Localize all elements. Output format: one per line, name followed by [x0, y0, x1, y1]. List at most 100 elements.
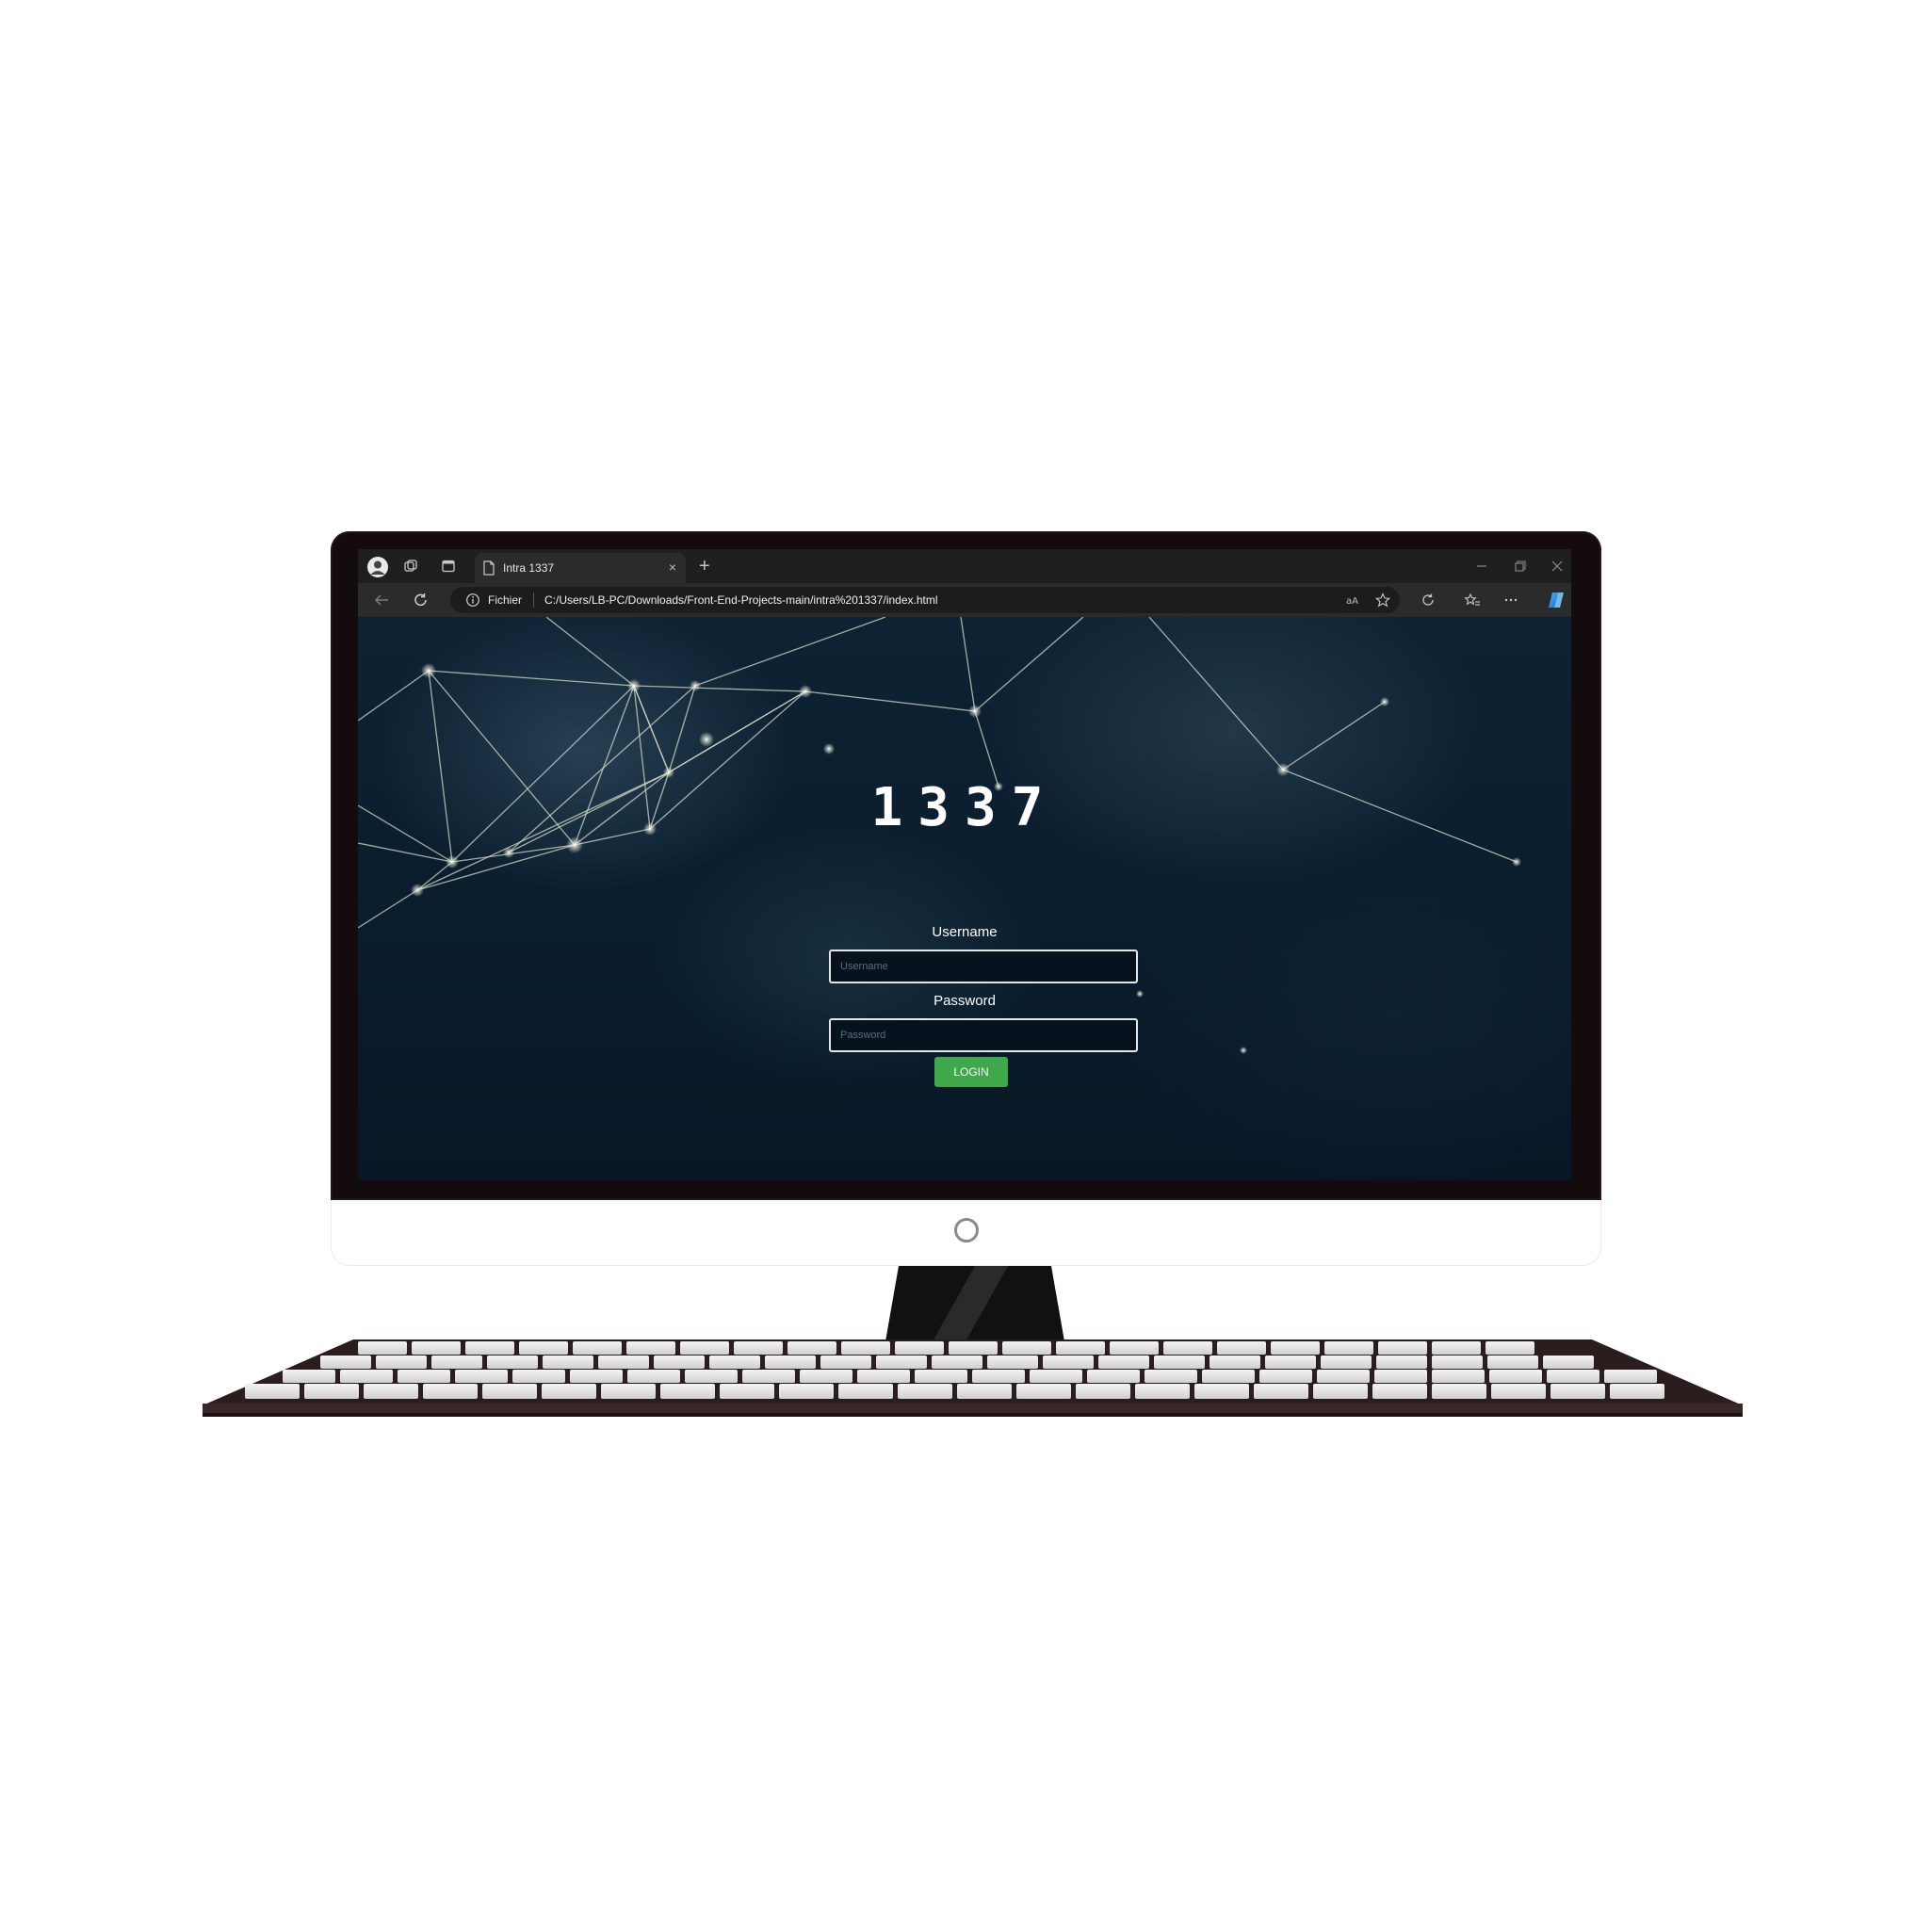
page-icon [482, 560, 495, 579]
tab-actions-icon[interactable] [441, 559, 456, 577]
keyboard-key [709, 1356, 760, 1369]
tab-intra-1337[interactable]: Intra 1337 × [475, 553, 686, 583]
profile-icon[interactable] [367, 557, 388, 577]
browser-tab-bar: Intra 1337 × + [358, 549, 1571, 583]
keyboard-key [915, 1370, 967, 1383]
favorite-icon[interactable] [1374, 593, 1391, 611]
keyboard-key [1432, 1370, 1485, 1383]
keyboard-key [1098, 1356, 1149, 1369]
monitor-stand [885, 1266, 1064, 1341]
keyboard-key [1202, 1370, 1255, 1383]
keyboard-key [1210, 1356, 1260, 1369]
username-input[interactable] [829, 950, 1138, 983]
keyboard-key [304, 1384, 359, 1399]
keyboard-key [519, 1341, 568, 1355]
keyboard-key [1372, 1384, 1427, 1399]
minimize-icon[interactable] [1475, 559, 1488, 577]
favorites-icon[interactable] [1464, 593, 1481, 611]
keyboard-key [932, 1356, 982, 1369]
keyboard-key [857, 1370, 910, 1383]
back-icon[interactable] [373, 593, 390, 611]
keyboard-key [1432, 1341, 1481, 1355]
keyboard-key [1145, 1370, 1197, 1383]
keyboard-key [898, 1384, 952, 1399]
login-page: 1337 Username Password LOGIN [358, 617, 1571, 1180]
keyboard-key [1265, 1356, 1316, 1369]
keyboard-key [1432, 1384, 1486, 1399]
address-bar[interactable]: Fichier C:/Users/LB-PC/Downloads/Front-E… [450, 587, 1400, 613]
password-input[interactable] [829, 1018, 1138, 1052]
keyboard-key [720, 1384, 774, 1399]
new-tab-icon[interactable]: + [699, 557, 710, 576]
keyboard-key [245, 1384, 300, 1399]
tab-title: Intra 1337 [503, 561, 555, 575]
keyboard-key [1489, 1370, 1542, 1383]
keyboard-key [431, 1356, 482, 1369]
keyboard-key [685, 1370, 738, 1383]
keyboard-key [1378, 1341, 1427, 1355]
keyboard-key [627, 1370, 680, 1383]
keyboard-key [340, 1370, 393, 1383]
keyboard-key [680, 1341, 729, 1355]
info-icon[interactable] [465, 593, 480, 611]
keyboard-key [455, 1370, 508, 1383]
keyboard-key [320, 1356, 371, 1369]
keyboard-key [838, 1384, 893, 1399]
restore-icon[interactable] [1513, 559, 1526, 577]
keyboard-key [1194, 1384, 1249, 1399]
keyboard-key [1163, 1341, 1212, 1355]
keyboard [203, 1339, 1743, 1417]
monitor-screen: Intra 1337 × + Fichier C:/Users/LB-PC/Do… [358, 549, 1571, 1180]
keyboard-key [376, 1356, 427, 1369]
keyboard-key [841, 1341, 890, 1355]
address-url[interactable]: C:/Users/LB-PC/Downloads/Front-End-Proje… [544, 593, 938, 607]
more-icon[interactable] [1503, 593, 1518, 611]
keyboard-key [734, 1341, 783, 1355]
keyboard-key [512, 1370, 565, 1383]
keyboard-key [423, 1384, 478, 1399]
keyboard-key [283, 1370, 335, 1383]
keyboard-key [1135, 1384, 1190, 1399]
keyboard-key [1087, 1370, 1140, 1383]
close-tab-icon[interactable]: × [669, 560, 676, 575]
keyboard-key [1056, 1341, 1105, 1355]
read-aloud-icon[interactable]: aA [1345, 593, 1362, 611]
keyboard-key [364, 1384, 418, 1399]
keyboard-key [987, 1356, 1038, 1369]
keyboard-key [626, 1341, 675, 1355]
keyboard-key [1550, 1384, 1605, 1399]
keyboard-key [800, 1370, 852, 1383]
keyboard-key [876, 1356, 927, 1369]
keyboard-key [1016, 1384, 1071, 1399]
keyboard-key [1491, 1384, 1546, 1399]
keyboard-key [1043, 1356, 1094, 1369]
keyboard-key [573, 1341, 622, 1355]
keyboard-key [1486, 1341, 1534, 1355]
keyboard-key [465, 1341, 514, 1355]
keyboard-key [1110, 1341, 1159, 1355]
keyboard-key [972, 1370, 1025, 1383]
keyboard-key [543, 1356, 593, 1369]
browser-toolbar: Fichier C:/Users/LB-PC/Downloads/Front-E… [358, 583, 1571, 618]
keyboard-key [358, 1341, 407, 1355]
keyboard-key [765, 1356, 816, 1369]
keyboard-key [1432, 1356, 1483, 1369]
power-button-icon [954, 1218, 979, 1242]
keyboard-key [1217, 1341, 1266, 1355]
keyboard-key [1604, 1370, 1657, 1383]
login-button[interactable]: LOGIN [934, 1057, 1008, 1087]
workspaces-icon[interactable] [403, 559, 418, 577]
keyboard-key [1610, 1384, 1664, 1399]
keyboard-key [412, 1341, 461, 1355]
keyboard-key [949, 1341, 998, 1355]
logo-1337: 1337 [870, 777, 1059, 838]
keyboard-key [820, 1356, 871, 1369]
close-window-icon[interactable] [1550, 559, 1564, 577]
refresh-icon[interactable] [413, 593, 430, 611]
extensions-icon[interactable] [1421, 593, 1436, 611]
keyboard-key [598, 1356, 649, 1369]
keyboard-key [570, 1370, 623, 1383]
keyboard-key [1030, 1370, 1082, 1383]
keyboard-key [487, 1356, 538, 1369]
copilot-icon[interactable] [1547, 591, 1566, 613]
